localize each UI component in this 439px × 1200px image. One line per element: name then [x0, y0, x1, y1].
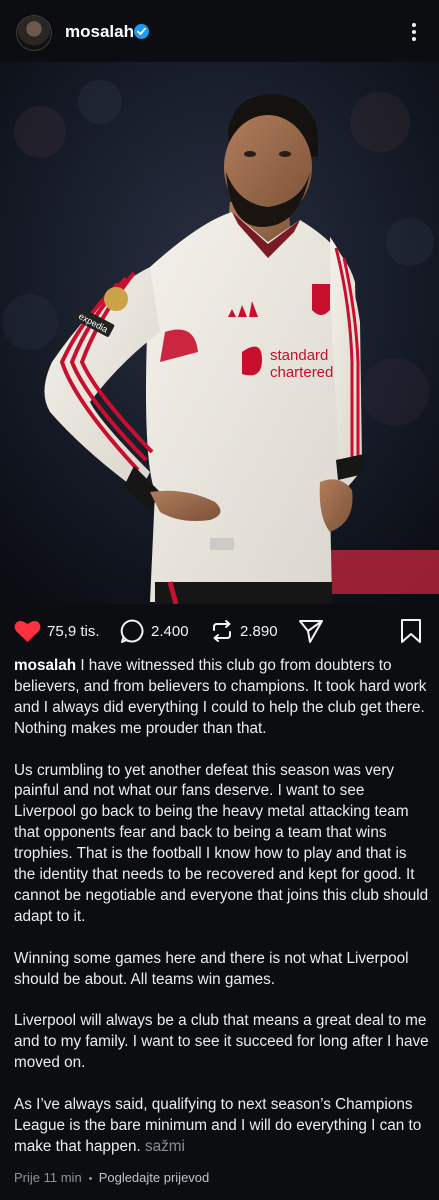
heart-icon — [14, 620, 41, 642]
caption-paragraph: Liverpool will always be a club that mea… — [14, 1012, 429, 1072]
repost-button[interactable]: 2.890 — [210, 618, 278, 644]
save-button[interactable] — [400, 618, 422, 644]
like-button[interactable]: 75,9 tis. — [14, 618, 100, 644]
post-meta: Prije 11 min Pogledajte prijevod — [14, 1170, 209, 1185]
more-options-icon[interactable] — [404, 20, 424, 44]
username[interactable]: mosalah — [65, 22, 134, 42]
comment-button[interactable]: 2.400 — [119, 618, 189, 644]
post-header: mosalah — [0, 0, 439, 62]
action-bar: 75,9 tis. 2.400 2.890 — [0, 604, 439, 656]
collapse-caption-link[interactable]: sažmi — [145, 1138, 185, 1155]
caption-paragraph: Winning some games here and there is not… — [14, 949, 409, 988]
caption-username[interactable]: mosalah — [14, 657, 76, 674]
share-button[interactable] — [298, 618, 324, 644]
post-caption: mosalah I have witnessed this club go fr… — [14, 656, 429, 1158]
repost-count: 2.890 — [240, 622, 278, 640]
comment-icon — [120, 619, 144, 643]
caption-paragraph: Us crumbling to yet another defeat this … — [14, 761, 429, 925]
send-icon — [299, 620, 323, 643]
caption-text: As I’ve always said, qualifying to next … — [14, 1095, 422, 1155]
like-count: 75,9 tis. — [47, 622, 100, 640]
post-timestamp: Prije 11 min — [14, 1170, 82, 1185]
caption-paragraph: mosalah I have witnessed this club go fr… — [14, 656, 429, 740]
translate-link[interactable]: Pogledajte prijevod — [99, 1170, 210, 1185]
sponsor-text-line2: chartered — [270, 364, 333, 381]
separator-dot — [88, 1177, 92, 1181]
caption-text: I have witnessed this club go from doubt… — [14, 657, 427, 737]
sponsor-text-line1: standard — [270, 347, 328, 364]
caption-paragraph: As I’ve always said, qualifying to next … — [14, 1095, 429, 1158]
avatar[interactable] — [16, 15, 52, 51]
verified-badge-icon — [134, 24, 149, 39]
bookmark-icon — [401, 619, 421, 643]
comment-count: 2.400 — [151, 622, 189, 640]
post-image[interactable]: standard chartered expedia — [0, 62, 439, 604]
repost-icon — [213, 620, 231, 642]
